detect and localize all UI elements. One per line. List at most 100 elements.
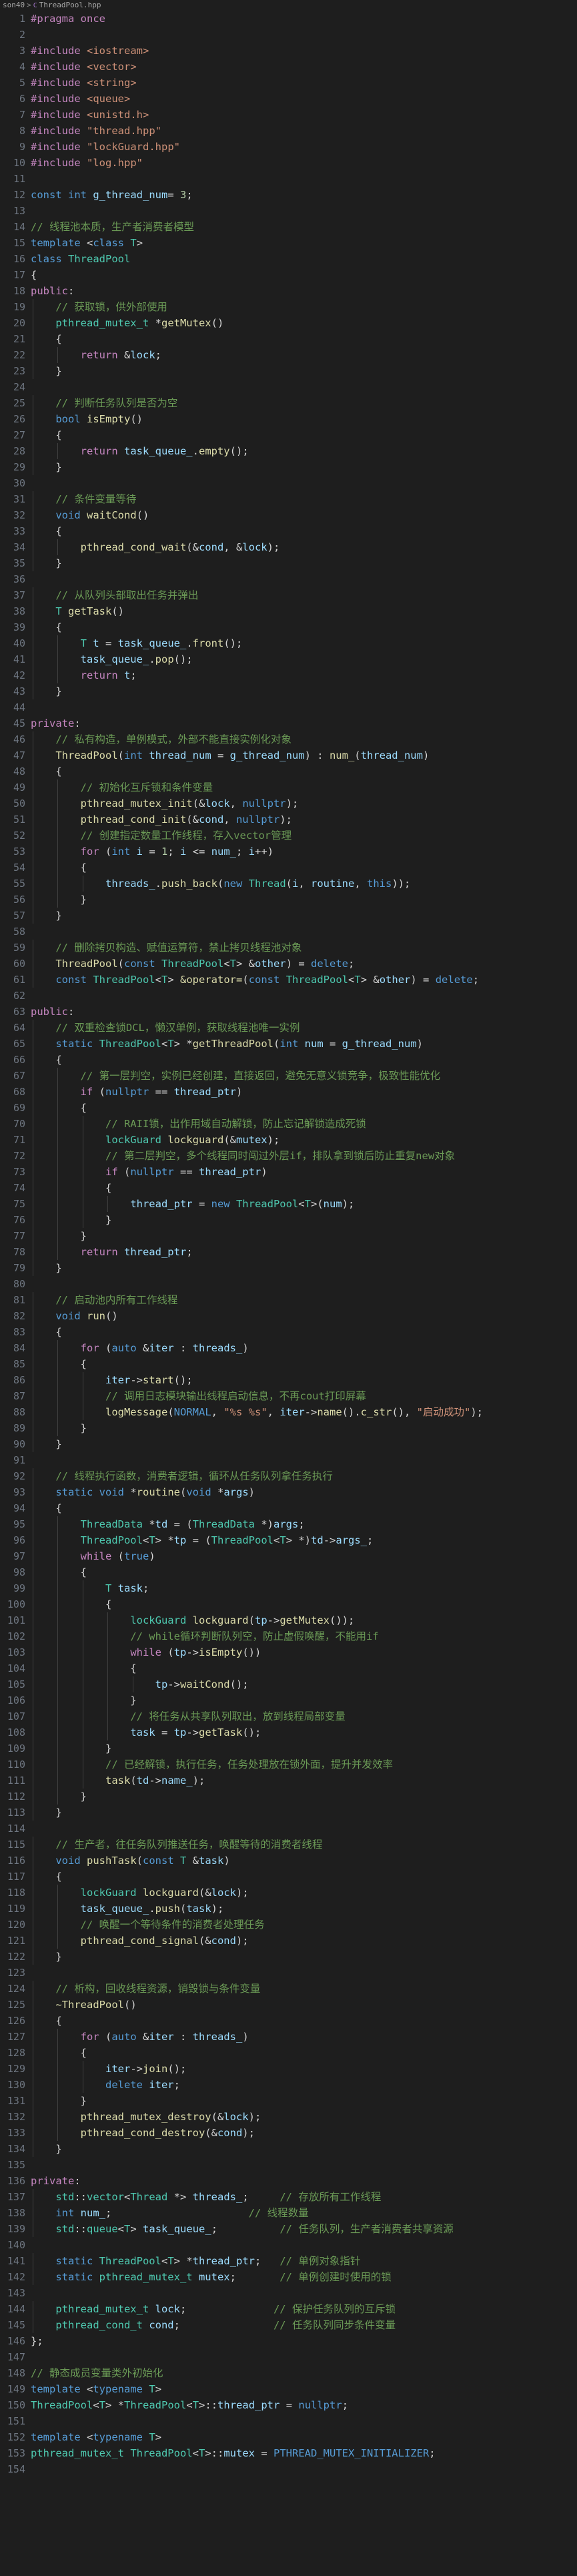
code-line[interactable]: 57 } (0, 908, 577, 924)
code-line[interactable]: 11 (0, 171, 577, 187)
code-line[interactable]: 71 lockGuard lockguard(&mutex); (0, 1132, 577, 1148)
code-line[interactable]: 54 { (0, 860, 577, 876)
code-line[interactable]: 82 void run() (0, 1308, 577, 1324)
code-line[interactable]: 122 } (0, 1949, 577, 1965)
code-line[interactable]: 39 { (0, 619, 577, 635)
code-line[interactable]: 78 return thread_ptr; (0, 1244, 577, 1260)
code-line[interactable]: 90 } (0, 1436, 577, 1452)
code-line[interactable]: 61 const ThreadPool<T> &operator=(const … (0, 972, 577, 988)
code-line[interactable]: 29 } (0, 459, 577, 475)
code-line[interactable]: 43 } (0, 683, 577, 699)
code-line[interactable]: 99 T task; (0, 1580, 577, 1596)
code-line[interactable]: 38 T getTask() (0, 603, 577, 619)
code-line[interactable]: 62 (0, 988, 577, 1004)
code-line[interactable]: 145 pthread_cond_t cond; // 任务队列同步条件变量 (0, 2317, 577, 2333)
code-line[interactable]: 93 static void *routine(void *args) (0, 1484, 577, 1500)
code-line[interactable]: 85 { (0, 1356, 577, 1372)
code-line[interactable]: 40 T t = task_queue_.front(); (0, 635, 577, 651)
code-line[interactable]: 146}; (0, 2333, 577, 2349)
code-line[interactable]: 8 #include "thread.hpp" (0, 123, 577, 139)
code-line[interactable]: 2 (0, 27, 577, 43)
code-line[interactable]: 89 } (0, 1420, 577, 1436)
code-line[interactable]: 96 ThreadPool<T> *tp = (ThreadPool<T> *)… (0, 1532, 577, 1548)
code-line[interactable]: 33 { (0, 523, 577, 539)
code-line[interactable]: 63 public: (0, 1004, 577, 1020)
code-line[interactable]: 114 (0, 1821, 577, 1837)
code-line[interactable]: 140 (0, 2237, 577, 2253)
code-line[interactable]: 36 (0, 571, 577, 587)
code-line[interactable]: 87 // 调用日志模块输出线程启动信息，不再cout打印屏幕 (0, 1388, 577, 1404)
code-line[interactable]: 47 ThreadPool(int thread_num = g_thread_… (0, 747, 577, 763)
code-line[interactable]: 7 #include <unistd.h> (0, 107, 577, 123)
code-line[interactable]: 50 pthread_mutex_init(&lock, nullptr); (0, 795, 577, 812)
code-line[interactable]: 127 for (auto &iter : threads_) (0, 2029, 577, 2045)
code-line[interactable]: 126 { (0, 2013, 577, 2029)
code-line[interactable]: 104 { (0, 1660, 577, 1676)
code-line[interactable]: 142 static pthread_mutex_t mutex; // 单例创… (0, 2269, 577, 2285)
code-line[interactable]: 115 // 生产者，往任务队列推送任务，唤醒等待的消费者线程 (0, 1837, 577, 1853)
code-line[interactable]: 77 } (0, 1228, 577, 1244)
code-line[interactable]: 109 } (0, 1740, 577, 1756)
code-line[interactable]: 110 // 已经解锁，执行任务，任务处理放在锁外面，提升并发效率 (0, 1756, 577, 1773)
code-line[interactable]: 132 pthread_mutex_destroy(&lock); (0, 2109, 577, 2125)
code-line[interactable]: 143 (0, 2285, 577, 2301)
code-line[interactable]: 12 const int g_thread_num= 3; (0, 187, 577, 203)
code-line[interactable]: 91 (0, 1452, 577, 1468)
code-line[interactable]: 103 while (tp->isEmpty()) (0, 1644, 577, 1660)
code-line[interactable]: 124 // 析构，回收线程资源，销毁锁与条件变量 (0, 1981, 577, 1997)
code-line[interactable]: 118 lockGuard lockguard(&lock); (0, 1885, 577, 1901)
code-line[interactable]: 46 // 私有构造，单例模式，外部不能直接实例化对象 (0, 731, 577, 747)
code-line[interactable]: 69 { (0, 1100, 577, 1116)
code-line[interactable]: 44 (0, 699, 577, 715)
code-line[interactable]: 67 // 第一层判空，实例已经创建，直接返回，避免无意义锁竞争，极致性能优化 (0, 1068, 577, 1084)
code-line[interactable]: 141 static ThreadPool<T> *thread_ptr; //… (0, 2253, 577, 2269)
code-line[interactable]: 34 pthread_cond_wait(&cond, &lock); (0, 539, 577, 555)
code-line[interactable]: 1 #pragma once (0, 11, 577, 27)
code-line[interactable]: 112 } (0, 1789, 577, 1805)
code-line[interactable]: 51 pthread_cond_init(&cond, nullptr); (0, 812, 577, 828)
code-line[interactable]: 108 task = tp->getTask(); (0, 1724, 577, 1740)
code-line[interactable]: 101 lockGuard lockguard(tp->getMutex()); (0, 1612, 577, 1628)
code-line[interactable]: 117 { (0, 1869, 577, 1885)
code-line[interactable]: 22 return &lock; (0, 347, 577, 363)
code-line[interactable]: 5 #include <string> (0, 75, 577, 91)
code-line[interactable]: 120 // 唤醒一个等待条件的消费者处理任务 (0, 1917, 577, 1933)
code-line[interactable]: 9 #include "lockGuard.hpp" (0, 139, 577, 155)
code-line[interactable]: 18 public: (0, 283, 577, 299)
code-line[interactable]: 119 task_queue_.push(task); (0, 1901, 577, 1917)
code-line[interactable]: 52 // 创建指定数量工作线程，存入vector管理 (0, 828, 577, 844)
code-line[interactable]: 154 (0, 2461, 577, 2477)
code-line[interactable]: 152 template <typename T> (0, 2429, 577, 2445)
code-line[interactable]: 102 // while循环判断队列空，防止虚假唤醒，不能用if (0, 1628, 577, 1644)
code-line[interactable]: 10 #include "log.hpp" (0, 155, 577, 171)
code-line[interactable]: 76 } (0, 1212, 577, 1228)
code-line[interactable]: 131 } (0, 2093, 577, 2109)
code-editor[interactable]: 1 #pragma once 2 3 #include <iostream> 4 #incl… (0, 11, 577, 2477)
code-line[interactable]: 133 pthread_cond_destroy(&cond); (0, 2125, 577, 2141)
code-line[interactable]: 113 } (0, 1805, 577, 1821)
code-line[interactable]: 37 // 从队列头部取出任务并弹出 (0, 587, 577, 603)
code-line[interactable]: 53 for (int i = 1; i <= num_; i++) (0, 844, 577, 860)
code-line[interactable]: 129 iter->join(); (0, 2061, 577, 2077)
code-line[interactable]: 68 if (nullptr == thread_ptr) (0, 1084, 577, 1100)
code-line[interactable]: 79 } (0, 1260, 577, 1276)
code-line[interactable]: 97 while (true) (0, 1548, 577, 1564)
code-line[interactable]: 151 (0, 2413, 577, 2429)
code-line[interactable]: 105 tp->waitCond(); (0, 1676, 577, 1692)
code-line[interactable]: 128 { (0, 2045, 577, 2061)
code-line[interactable]: 21 { (0, 331, 577, 347)
code-line[interactable]: 153 pthread_mutex_t ThreadPool<T>::mutex … (0, 2445, 577, 2461)
code-line[interactable]: 20 pthread_mutex_t *getMutex() (0, 315, 577, 331)
code-line[interactable]: 64 // 双重检查锁DCL，懒汉单例，获取线程池唯一实例 (0, 1020, 577, 1036)
code-line[interactable]: 107 // 将任务从共享队列取出，放到线程局部变量 (0, 1708, 577, 1724)
code-line[interactable]: 75 thread_ptr = new ThreadPool<T>(num); (0, 1196, 577, 1212)
code-line[interactable]: 24 (0, 379, 577, 395)
code-line[interactable]: 35 } (0, 555, 577, 571)
code-line[interactable]: 72 // 第二层判空，多个线程同时闯过外层if，排队拿到锁后防止重复new对象 (0, 1148, 577, 1164)
code-line[interactable]: 74 { (0, 1180, 577, 1196)
code-line[interactable]: 121 pthread_cond_signal(&cond); (0, 1933, 577, 1949)
code-line[interactable]: 136 private: (0, 2173, 577, 2189)
code-line[interactable]: 92 // 线程执行函数，消费者逻辑，循环从任务队列拿任务执行 (0, 1468, 577, 1484)
code-line[interactable]: 60 ThreadPool(const ThreadPool<T> &other… (0, 956, 577, 972)
code-line[interactable]: 95 ThreadData *td = (ThreadData *)args; (0, 1516, 577, 1532)
